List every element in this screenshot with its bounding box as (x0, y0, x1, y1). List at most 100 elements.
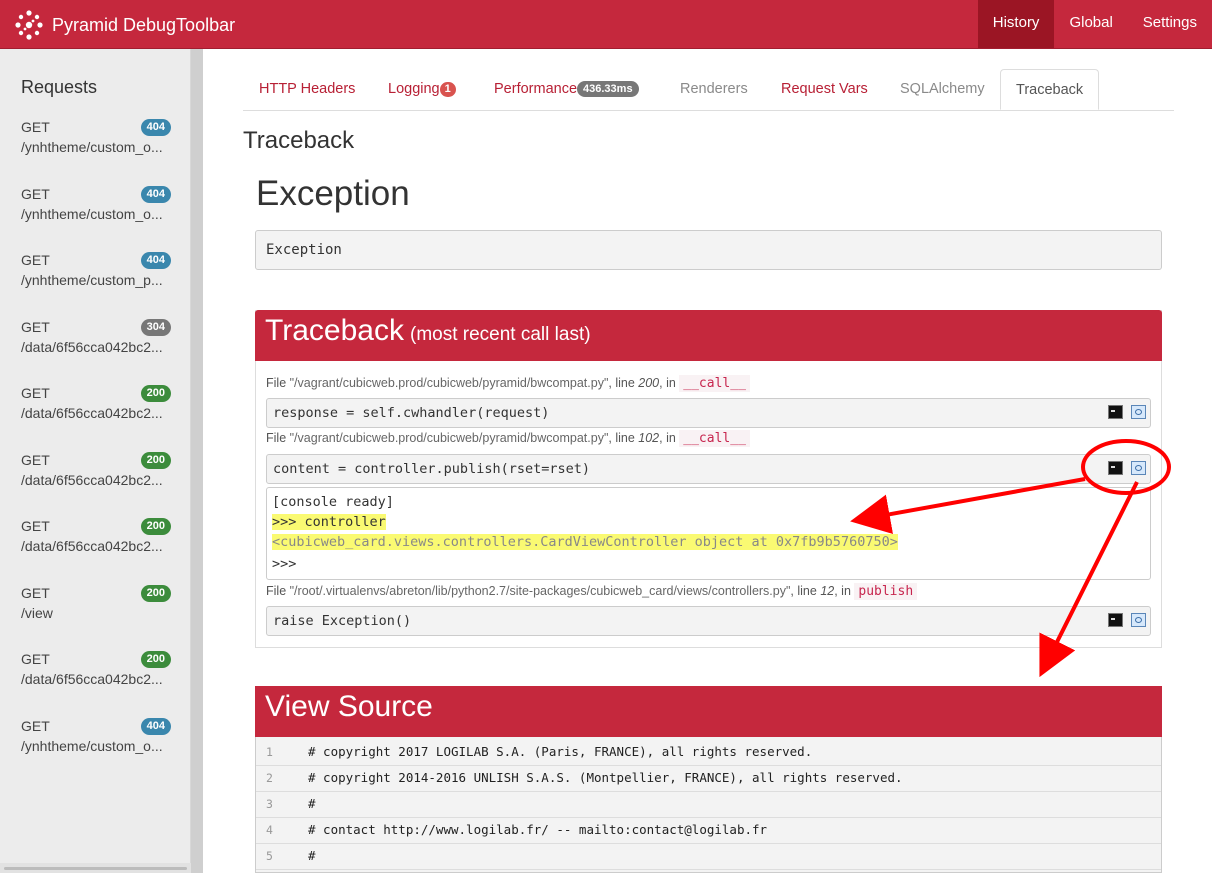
brand-link[interactable]: Pyramid DebugToolbar (12, 9, 235, 41)
frame-filename: "/root/.virtualenvs/abreton/lib/python2.… (289, 584, 791, 598)
request-item[interactable]: GET 200 /data/6f56cca042bc2... (21, 651, 171, 695)
request-item[interactable]: GET 404 /ynhtheme/custom_o... (21, 186, 171, 230)
request-method: GET (21, 718, 50, 734)
interactive-console[interactable]: [console ready] >>> controller <cubicweb… (266, 487, 1151, 580)
in-text: , in (659, 376, 680, 390)
source-code: # copyright 2014-2016 UNLISH S.A.S. (Mon… (308, 770, 903, 785)
section-title: Traceback (243, 127, 355, 154)
tab-traceback[interactable]: Traceback (1000, 69, 1100, 110)
frame-filename: "/vagrant/cubicweb.prod/cubicweb/pyramid… (289, 431, 609, 445)
line-number: 5 (266, 849, 273, 863)
source-line: 1 # copyright 2017 LOGILAB S.A. (Paris, F… (256, 739, 1161, 766)
nav-settings[interactable]: Settings (1128, 0, 1212, 48)
source-line: 5 # (256, 843, 1161, 870)
request-method: GET (21, 651, 50, 667)
frame-file-info: File "/vagrant/cubicweb.prod/cubicweb/py… (266, 430, 750, 447)
tab-request-vars[interactable]: Request Vars (781, 69, 868, 109)
request-path: /ynhtheme/custom_o... (21, 738, 163, 754)
status-badge: 404 (140, 718, 171, 735)
in-text: , in (659, 431, 680, 445)
view-source-icon[interactable] (1131, 405, 1146, 419)
frame-code: raise Exception() (273, 613, 412, 629)
tab-logging[interactable]: Logging 1 (388, 69, 456, 109)
frame-lineno: 102 (638, 431, 660, 445)
request-item[interactable]: GET 200 /data/6f56cca042bc2... (21, 385, 171, 429)
request-method: GET (21, 186, 50, 202)
traceback-header: Traceback (most recent call last) (255, 310, 1162, 361)
tab-performance[interactable]: Performance 436.33ms (494, 69, 639, 109)
console-ready-line: [console ready] (272, 494, 394, 510)
source-listing: 1 # copyright 2017 LOGILAB S.A. (Paris, F… (255, 737, 1162, 873)
sidebar-horizontal-scrollbar[interactable] (0, 863, 191, 873)
request-item[interactable]: GET 404 /ynhtheme/custom_p... (21, 252, 171, 296)
request-item[interactable]: GET 200 /data/6f56cca042bc2... (21, 518, 171, 562)
status-badge: 200 (140, 452, 171, 469)
request-item[interactable]: GET 200 /view (21, 585, 171, 629)
request-item[interactable]: GET 404 /ynhtheme/custom_o... (21, 718, 171, 762)
status-badge: 304 (140, 319, 171, 336)
source-code: # copyright 2017 LOGILAB S.A. (Paris, FR… (308, 744, 813, 759)
tab-http-headers[interactable]: HTTP Headers (259, 69, 355, 109)
frame-function: __call__ (679, 430, 750, 447)
request-method: GET (21, 518, 50, 534)
request-method: GET (21, 119, 50, 135)
open-console-icon[interactable] (1108, 613, 1123, 627)
open-console-icon[interactable] (1108, 405, 1123, 419)
request-path: /ynhtheme/custom_p... (21, 272, 163, 288)
nav-global[interactable]: Global (1054, 0, 1127, 48)
exception-message: Exception (255, 230, 1162, 270)
open-console-icon[interactable] (1108, 461, 1123, 475)
source-line: 2 # copyright 2014-2016 UNLISH S.A.S. (Mo… (256, 765, 1161, 792)
source-code: # contact http://www.logilab.fr/ -- mail… (308, 822, 768, 837)
frame-code: response = self.cwhandler(request) (273, 405, 550, 421)
request-path: /view (21, 605, 53, 621)
scrollbar-thumb[interactable] (4, 867, 187, 870)
console-input-line: >>> controller (272, 514, 386, 530)
line-number: 2 (266, 771, 273, 785)
file-prefix: File (266, 584, 290, 598)
line-prefix: , line (608, 376, 639, 390)
logging-count-badge: 1 (439, 82, 456, 97)
status-badge: 200 (140, 585, 171, 602)
request-method: GET (21, 319, 50, 335)
tab-label: Logging (388, 81, 440, 97)
line-number: 4 (266, 823, 273, 837)
sidebar-scrollbar[interactable] (191, 49, 203, 873)
in-text: , in (834, 584, 855, 598)
line-number: 1 (266, 745, 273, 759)
frame-code-line: raise Exception() (266, 606, 1151, 636)
traceback-subtitle: (most recent call last) (410, 324, 591, 345)
line-number: 3 (266, 797, 273, 811)
view-source-header: View Source (255, 686, 1162, 737)
status-badge: 404 (140, 119, 171, 136)
request-item[interactable]: GET 404 /ynhtheme/custom_o... (21, 119, 171, 163)
request-path: /data/6f56cca042bc2... (21, 538, 163, 554)
frame-function: publish (854, 583, 918, 600)
console-prompt[interactable]: >>> (272, 556, 296, 572)
traceback-title: Traceback (265, 314, 404, 347)
view-source-icon[interactable] (1131, 461, 1146, 475)
request-path: /data/6f56cca042bc2... (21, 671, 163, 687)
status-badge: 200 (140, 385, 171, 402)
status-badge: 200 (140, 651, 171, 668)
frame-code-line: content = controller.publish(rset=rset) (266, 454, 1151, 484)
source-code: # (308, 848, 316, 863)
request-item[interactable]: GET 200 /data/6f56cca042bc2... (21, 452, 171, 496)
status-badge: 404 (140, 252, 171, 269)
request-path: /data/6f56cca042bc2... (21, 405, 163, 421)
file-prefix: File (266, 431, 290, 445)
request-method: GET (21, 252, 50, 268)
request-item[interactable]: GET 304 /data/6f56cca042bc2... (21, 319, 171, 363)
nav-history[interactable]: History (977, 0, 1055, 48)
pyramid-logo-icon (15, 10, 43, 40)
request-method: GET (21, 385, 50, 401)
frame-code: content = controller.publish(rset=rset) (273, 461, 590, 477)
tab-renderers: Renderers (680, 81, 748, 97)
requests-sidebar: Requests GET 404 /ynhtheme/custom_o... G… (0, 49, 191, 863)
view-source-icon[interactable] (1131, 613, 1146, 627)
line-prefix: , line (608, 431, 639, 445)
request-path: /ynhtheme/custom_o... (21, 206, 163, 222)
frame-file-info: File "/vagrant/cubicweb.prod/cubicweb/py… (266, 375, 750, 392)
frame-lineno: 12 (820, 584, 835, 598)
request-path: /data/6f56cca042bc2... (21, 339, 163, 355)
